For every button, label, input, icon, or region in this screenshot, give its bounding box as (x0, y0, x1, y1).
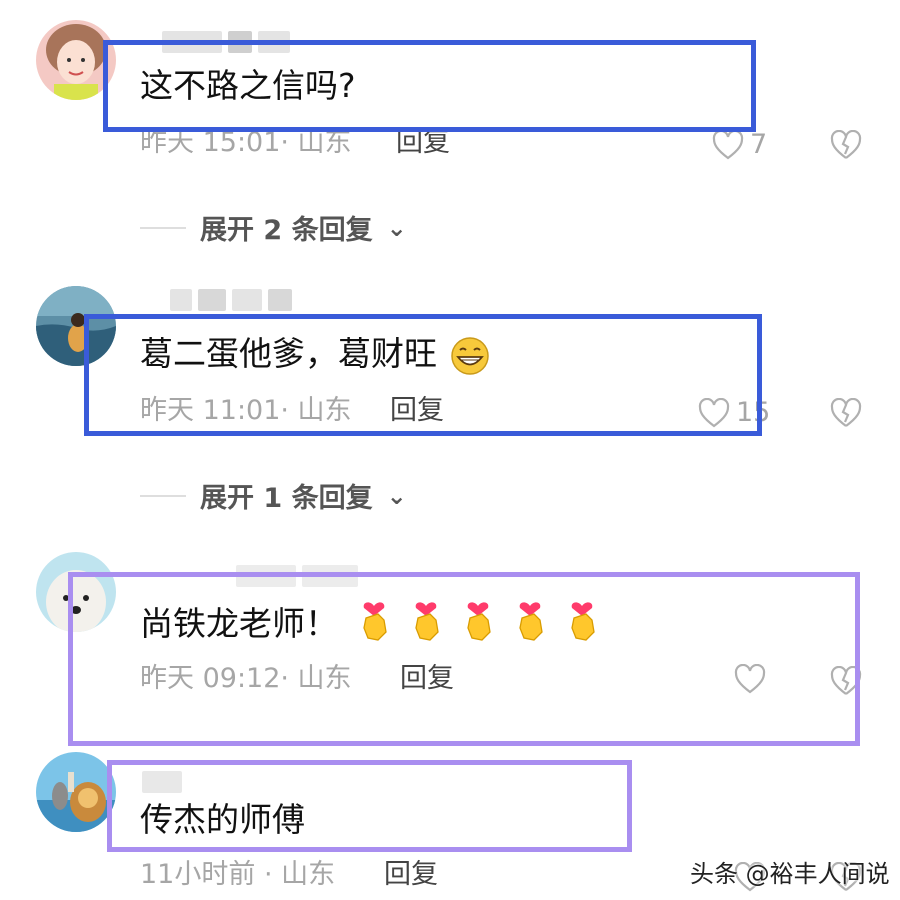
username-blurred[interactable] (236, 564, 358, 588)
heart-icon (712, 130, 744, 160)
reply-button[interactable]: 回复 (396, 126, 450, 160)
finger-heart-emoji-icon (512, 598, 548, 646)
avatar[interactable] (36, 286, 116, 366)
comment-text-value: 葛二蛋他爹，葛财旺 (140, 334, 437, 373)
expand-replies-button[interactable]: 展开 1 条回复 ⌄ (140, 476, 407, 515)
heart-icon (734, 664, 766, 694)
expand-replies-button[interactable]: 展开 2 条回复 ⌄ (140, 208, 407, 247)
like-button[interactable]: 7 (712, 128, 767, 162)
reply-button[interactable]: 回复 (400, 662, 454, 696)
expand-replies-label: 展开 1 条回复 (200, 483, 373, 514)
username-blurred[interactable] (170, 288, 292, 312)
dislike-button[interactable] (830, 130, 862, 160)
finger-heart-emoji-icon (356, 598, 392, 646)
broken-heart-icon (830, 398, 862, 427)
divider-line (140, 494, 186, 497)
avatar[interactable] (36, 20, 116, 100)
reply-button[interactable]: 回复 (384, 858, 438, 892)
like-count: 15 (736, 397, 771, 428)
like-button[interactable]: 15 (698, 396, 770, 430)
comment-text: 尚铁龙老师！ (140, 604, 338, 643)
dislike-button[interactable] (830, 666, 862, 696)
avatar[interactable] (36, 752, 116, 832)
username-blurred[interactable] (142, 770, 182, 794)
heart-icon (698, 398, 730, 428)
grin-emoji-icon (448, 336, 492, 376)
finger-heart-emoji-icon (408, 598, 444, 646)
emoji-row (356, 598, 600, 646)
broken-heart-icon (830, 666, 862, 695)
comment-text: 葛二蛋他爹，葛财旺 (140, 334, 492, 376)
chevron-down-icon: ⌄ (386, 213, 407, 242)
comment-meta: 11小时前 · 山东 (140, 859, 336, 890)
comment-meta: 昨天 11:01· 山东 (140, 395, 352, 426)
like-count: 7 (750, 129, 768, 160)
watermark: 头条 @裕丰人间说 (690, 860, 890, 888)
comment-text: 这不路之信吗? (140, 66, 356, 105)
username-blurred[interactable] (162, 30, 290, 54)
comment-meta: 昨天 15:01· 山东 (140, 127, 352, 158)
chevron-down-icon: ⌄ (386, 481, 407, 510)
finger-heart-emoji-icon (564, 598, 600, 646)
comment-text: 传杰的师傅 (140, 800, 305, 839)
avatar[interactable] (36, 552, 116, 632)
expand-replies-label: 展开 2 条回复 (200, 215, 373, 246)
divider-line (140, 226, 186, 229)
comment-meta: 昨天 09:12· 山东 (140, 663, 352, 694)
dislike-button[interactable] (830, 398, 862, 428)
reply-button[interactable]: 回复 (390, 394, 444, 428)
finger-heart-emoji-icon (460, 598, 496, 646)
broken-heart-icon (830, 130, 862, 159)
like-button[interactable] (734, 664, 772, 694)
